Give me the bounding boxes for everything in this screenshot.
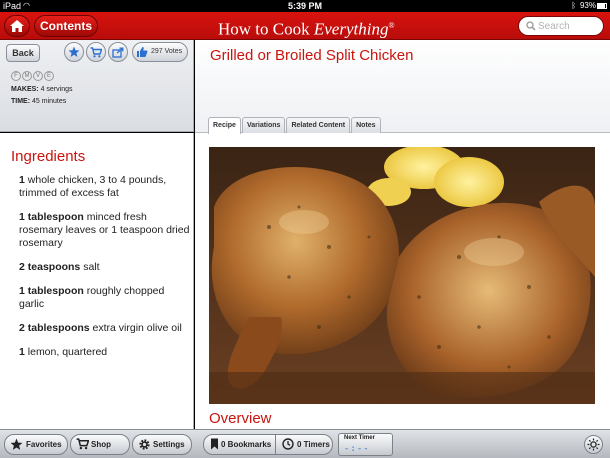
favorite-button[interactable]: [64, 42, 84, 62]
time-label: TIME:: [11, 98, 31, 105]
chicken-photo-illustration: [209, 147, 595, 404]
battery-percent: 93%: [579, 1, 596, 10]
badge-fast: F: [11, 71, 21, 81]
ingredient-text: lemon, quartered: [27, 346, 108, 358]
home-icon: [10, 20, 24, 32]
recipe-header: Grilled or Broiled Split Chicken Recipe …: [195, 40, 610, 134]
home-button[interactable]: [4, 15, 30, 37]
app-header: Contents How to Cook Everything®: [0, 12, 610, 40]
ingredient-unit: tablespoon: [27, 285, 84, 297]
makes-label: MAKES:: [11, 86, 39, 93]
ingredient-item: 1 tablespoon roughly chopped garlic: [19, 285, 191, 311]
tab-notes[interactable]: Notes: [351, 117, 381, 133]
status-bar: iPad ◠ 5:39 PM ᛒ 93%: [0, 0, 610, 12]
shop-button[interactable]: Shop: [70, 434, 130, 455]
ingredient-item: 1 whole chicken, 3 to 4 pounds, trimmed …: [19, 174, 191, 200]
tab-related-content[interactable]: Related Content: [286, 117, 351, 133]
ingredient-qty: 1: [19, 174, 25, 186]
badge-vegetarian: V: [33, 71, 43, 81]
ingredient-unit: teaspoons: [27, 261, 81, 273]
ingredient-qty: 1: [19, 346, 25, 358]
cart-icon: [90, 46, 102, 57]
search-box[interactable]: [518, 16, 604, 36]
makes-line: MAKES: 4 servings: [11, 86, 72, 93]
status-time: 5:39 PM: [287, 1, 322, 11]
share-icon: [112, 47, 124, 58]
star-icon: [10, 438, 23, 450]
ingredients-panel: Ingredients 1 whole chicken, 3 to 4 poun…: [0, 133, 194, 429]
add-to-cart-button[interactable]: [86, 42, 106, 62]
app-title-mark: ®: [388, 21, 395, 30]
makes-value: 4 servings: [40, 86, 73, 93]
time-line: TIME: 45 minutes: [11, 98, 66, 105]
settings-label: Settings: [153, 440, 185, 449]
tab-recipe[interactable]: Recipe: [208, 117, 241, 134]
share-button[interactable]: [108, 42, 128, 62]
cart-icon: [76, 438, 89, 450]
ingredient-qty: 1: [19, 285, 25, 297]
tab-variations[interactable]: Variations: [241, 117, 286, 133]
ingredient-item: 1 tablespoon minced fresh rosemary leave…: [19, 211, 191, 250]
star-icon: [68, 46, 80, 57]
search-input[interactable]: [538, 19, 600, 34]
ingredient-text: whole chicken, 3 to 4 pounds, trimmed of…: [19, 174, 167, 199]
recipe-tabs: Recipe Variations Related Content Notes: [208, 117, 382, 134]
bottom-toolbar: Favorites Shop Settings 0 Bookmarks 0 Ti…: [0, 429, 610, 458]
contents-button[interactable]: Contents: [34, 15, 98, 37]
vote-count: 297 Votes: [151, 48, 183, 55]
next-timer[interactable]: Next Timer -:--: [338, 433, 393, 456]
vote-button[interactable]: 297 Votes: [132, 42, 188, 62]
next-timer-value: -:--: [344, 444, 370, 454]
recipe-title: Grilled or Broiled Split Chicken: [210, 47, 414, 64]
ingredient-item: 1 lemon, quartered: [19, 346, 191, 359]
bookmark-icon: [211, 438, 218, 450]
sun-icon: [587, 438, 600, 451]
badge-easy: E: [44, 71, 54, 81]
ingredients-title: Ingredients: [11, 148, 86, 165]
ingredient-item: 2 tablespoons extra virgin olive oil: [19, 322, 191, 335]
timers-button[interactable]: 0 Timers: [277, 435, 333, 454]
bookmarks-button[interactable]: 0 Bookmarks: [204, 435, 276, 454]
ingredient-unit: tablespoon: [27, 211, 84, 223]
app-title-italic: Everything: [313, 19, 389, 39]
recipe-detail-pane: Grilled or Broiled Split Chicken Recipe …: [195, 40, 610, 429]
shop-label: Shop: [91, 440, 111, 449]
ingredient-qty: 2: [19, 322, 25, 334]
ingredient-item: 2 teaspoons salt: [19, 261, 191, 274]
brightness-button[interactable]: [584, 435, 603, 454]
ingredient-qty: 2: [19, 261, 25, 273]
favorites-label: Favorites: [26, 440, 62, 449]
search-icon: [526, 21, 536, 31]
bookmarks-label: 0 Bookmarks: [221, 440, 272, 449]
recipe-photo: [209, 147, 595, 404]
ingredient-text: salt: [83, 261, 100, 273]
ingredient-qty: 1: [19, 211, 25, 223]
ingredients-list: 1 whole chicken, 3 to 4 pounds, trimmed …: [19, 174, 191, 370]
clock-icon: [282, 438, 294, 450]
battery-icon: [597, 3, 607, 9]
time-value: 45 minutes: [32, 98, 67, 105]
bluetooth-icon: ᛒ: [571, 1, 576, 10]
diet-badges: F M V E: [11, 71, 54, 81]
gear-icon: [139, 439, 150, 450]
app-title-plain: How to Cook: [218, 19, 314, 39]
ingredient-unit: tablespoons: [27, 322, 90, 334]
app-title: How to Cook Everything®: [218, 16, 395, 40]
favorites-button[interactable]: Favorites: [4, 434, 68, 455]
badge-make-ahead: M: [22, 71, 32, 81]
bookmarks-timers-group: 0 Bookmarks 0 Timers: [203, 434, 333, 455]
recipe-info-panel: Back 297 Votes F M V E MAKES: 4 servings…: [0, 40, 194, 132]
thumbs-up-icon: [137, 47, 148, 57]
next-timer-label: Next Timer: [344, 435, 375, 441]
ingredient-text: extra virgin olive oil: [92, 322, 182, 334]
timers-label: 0 Timers: [297, 440, 330, 449]
back-button[interactable]: Back: [6, 44, 40, 62]
settings-button[interactable]: Settings: [132, 434, 192, 455]
overview-title: Overview: [209, 410, 272, 427]
